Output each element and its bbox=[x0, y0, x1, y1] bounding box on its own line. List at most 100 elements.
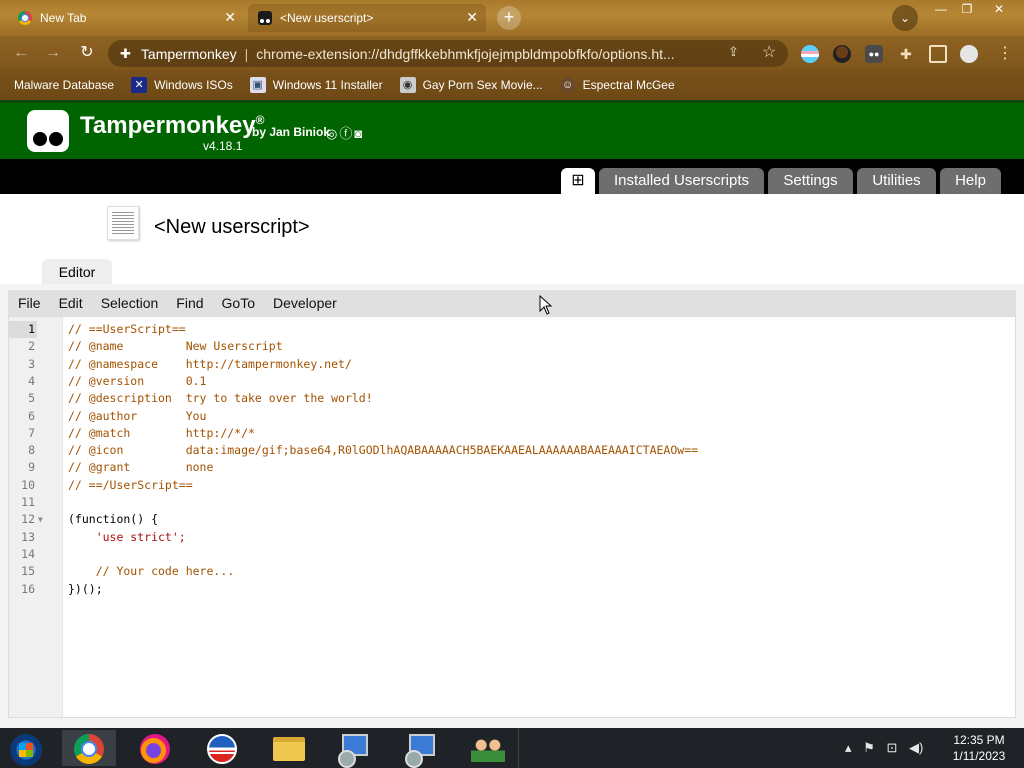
tab-editor[interactable]: Editor bbox=[42, 259, 112, 285]
code-text: })(); bbox=[68, 581, 103, 596]
trans-flag-extension-icon[interactable] bbox=[801, 45, 819, 63]
tampermonkey-header: Tampermonkey® by Jan Biniok ◎ⓕ◙ v4.18.1 bbox=[0, 100, 1024, 159]
line-number: 8 bbox=[28, 443, 35, 458]
chrome-menu-icon[interactable]: ⋮ bbox=[996, 45, 1014, 63]
share-icon[interactable]: ⇪ bbox=[728, 44, 739, 60]
code-line[interactable]: 6 // @author You bbox=[9, 408, 1015, 425]
new-tab-button[interactable]: + bbox=[497, 6, 521, 30]
action-center-flag-icon[interactable]: ⚑ bbox=[863, 740, 875, 755]
code-line[interactable]: 7 // @match http://*/* bbox=[9, 425, 1015, 442]
menu-edit[interactable]: Edit bbox=[59, 295, 83, 311]
volume-icon[interactable]: ◀) bbox=[909, 740, 923, 755]
taskbar-installer-2[interactable] bbox=[395, 730, 449, 768]
tab-utilities[interactable]: Utilities bbox=[857, 168, 936, 194]
tab-close-icon[interactable]: ✕ bbox=[224, 9, 236, 26]
taskbar-clock[interactable]: 12:35 PM 1/11/2023 bbox=[944, 732, 1014, 764]
window-restore-icon[interactable]: ❐ bbox=[952, 0, 982, 20]
code-line[interactable]: 16})(); bbox=[9, 581, 1015, 598]
code-line[interactable]: 1 // ==UserScript== bbox=[9, 321, 1015, 338]
code-line[interactable]: 13 'use strict'; bbox=[9, 529, 1015, 546]
tab-installed-userscripts[interactable]: Installed Userscripts bbox=[599, 168, 764, 194]
code-text: (function() { bbox=[68, 512, 159, 527]
tampermonkey-brand: Tampermonkey® bbox=[80, 112, 265, 139]
line-number: 6 bbox=[28, 408, 35, 423]
taskbar-separator bbox=[518, 728, 519, 768]
tab-help[interactable]: Help bbox=[940, 168, 1001, 194]
taskbar-file-explorer[interactable] bbox=[262, 730, 316, 766]
menu-goto[interactable]: GoTo bbox=[222, 295, 255, 311]
users-icon bbox=[471, 736, 505, 762]
bookmark-gay-porn[interactable]: ◉ Gay Porn Sex Movie... bbox=[399, 77, 543, 93]
taskbar-firefox[interactable] bbox=[128, 730, 182, 766]
network-icon[interactable]: ⊡ bbox=[886, 740, 897, 755]
author-credit[interactable]: by Jan Biniok bbox=[252, 125, 330, 139]
bookmark-espectral-mcgee[interactable]: ☺ Espectral McGee bbox=[559, 77, 675, 93]
code-line[interactable]: 15 // Your code here... bbox=[9, 563, 1015, 580]
code-line[interactable]: 11 bbox=[9, 494, 1015, 511]
browser-toolbar: ← → ↻ ✚ Tampermonkey | chrome-extension:… bbox=[0, 36, 1024, 70]
menu-developer[interactable]: Developer bbox=[273, 295, 337, 311]
bookmark-malware-database[interactable]: Malware Database bbox=[14, 78, 114, 92]
menu-selection[interactable]: Selection bbox=[101, 295, 159, 311]
reload-icon[interactable]: ↻ bbox=[76, 42, 98, 64]
taskbar-installer-1[interactable] bbox=[328, 730, 382, 768]
system-tray: ▴ ⚑ ⊡ ◀) bbox=[845, 740, 931, 756]
clock-date: 1/11/2023 bbox=[952, 749, 1006, 763]
menu-find[interactable]: Find bbox=[176, 295, 203, 311]
profile-avatar-icon[interactable] bbox=[960, 45, 978, 63]
profile-extension-icon[interactable] bbox=[833, 45, 851, 63]
code-line[interactable]: 12 ▼ (function() { bbox=[9, 511, 1015, 528]
script-document-icon bbox=[107, 206, 139, 240]
line-number: 5 bbox=[28, 391, 35, 406]
tab-close-icon[interactable]: ✕ bbox=[466, 9, 478, 26]
code-line[interactable]: 4 // @version 0.1 bbox=[9, 373, 1015, 390]
code-line[interactable]: 3 // @namespace http://tampermonkey.net/ bbox=[9, 356, 1015, 373]
clock-time: 12:35 PM bbox=[953, 733, 1005, 747]
line-number: 15 bbox=[21, 564, 35, 579]
start-button[interactable] bbox=[0, 730, 54, 766]
taskbar-chrome[interactable] bbox=[62, 730, 116, 766]
code-line[interactable]: 9 // @grant none bbox=[9, 459, 1015, 476]
line-number: 14 bbox=[21, 546, 35, 561]
bookmark-windows-11-installer[interactable]: ▣ Windows 11 Installer bbox=[249, 77, 383, 93]
tab-title: <New userscript> bbox=[280, 11, 374, 25]
code-line[interactable]: 8 // @icon data:image/gif;base64,R0lGODlh… bbox=[9, 442, 1015, 459]
address-bar[interactable]: ✚ Tampermonkey | chrome-extension://dhdg… bbox=[108, 40, 788, 67]
line-number: 13 bbox=[21, 529, 35, 544]
code-line[interactable]: 14 bbox=[9, 546, 1015, 563]
tab-search-chevron-icon[interactable]: ⌄ bbox=[892, 5, 918, 31]
code-line[interactable]: 2 // @name New Userscript bbox=[9, 338, 1015, 355]
line-number: 10 bbox=[21, 477, 35, 492]
taskbar-users-app[interactable] bbox=[461, 730, 515, 766]
taskbar-obama-app[interactable] bbox=[195, 730, 249, 766]
forward-arrow-icon[interactable]: → bbox=[42, 42, 64, 64]
firefox-icon bbox=[140, 734, 170, 764]
code-line[interactable]: 5 // @description try to take over the wo… bbox=[9, 390, 1015, 407]
window-close-icon[interactable]: ✕ bbox=[984, 0, 1014, 20]
windows-orb-icon bbox=[10, 734, 42, 766]
menu-file[interactable]: File bbox=[18, 295, 41, 311]
extensions-puzzle-icon[interactable]: ✚ bbox=[897, 45, 915, 63]
social-links-icons[interactable]: ◎ⓕ◙ bbox=[326, 123, 364, 142]
tab-new-userscript[interactable]: <New userscript> ✕ bbox=[248, 4, 486, 32]
line-number: 12 bbox=[21, 512, 35, 527]
address-separator: | bbox=[244, 45, 249, 62]
bookmark-label: Gay Porn Sex Movie... bbox=[422, 78, 543, 92]
installer-image-icon: ▣ bbox=[249, 77, 266, 93]
code-text: // ==UserScript== bbox=[68, 322, 186, 336]
code-line[interactable]: 10 // ==/UserScript== bbox=[9, 477, 1015, 494]
code-text: // @namespace http://tampermonkey.net/ bbox=[68, 356, 352, 371]
code-text: // Your code here... bbox=[68, 564, 235, 579]
tab-settings[interactable]: Settings bbox=[768, 168, 853, 194]
bookmark-star-icon[interactable]: ☆ bbox=[762, 42, 776, 62]
tab-new-script[interactable]: ⊞ bbox=[561, 168, 595, 194]
tampermonkey-extension-icon[interactable]: ●● bbox=[865, 45, 883, 63]
code-editor[interactable]: 1 // ==UserScript== 2 // @name New Userscri… bbox=[8, 316, 1016, 718]
tab-new-tab[interactable]: New Tab ✕ bbox=[8, 4, 244, 32]
bookmark-windows-isos[interactable]: ✕ Windows ISOs bbox=[131, 77, 233, 93]
script-header: <New userscript> Editor bbox=[0, 194, 1024, 285]
back-arrow-icon[interactable]: ← bbox=[10, 42, 32, 64]
side-panel-icon[interactable] bbox=[929, 45, 947, 63]
tray-expand-icon[interactable]: ▴ bbox=[845, 740, 852, 755]
fold-arrow-icon[interactable]: ▼ bbox=[38, 511, 43, 528]
